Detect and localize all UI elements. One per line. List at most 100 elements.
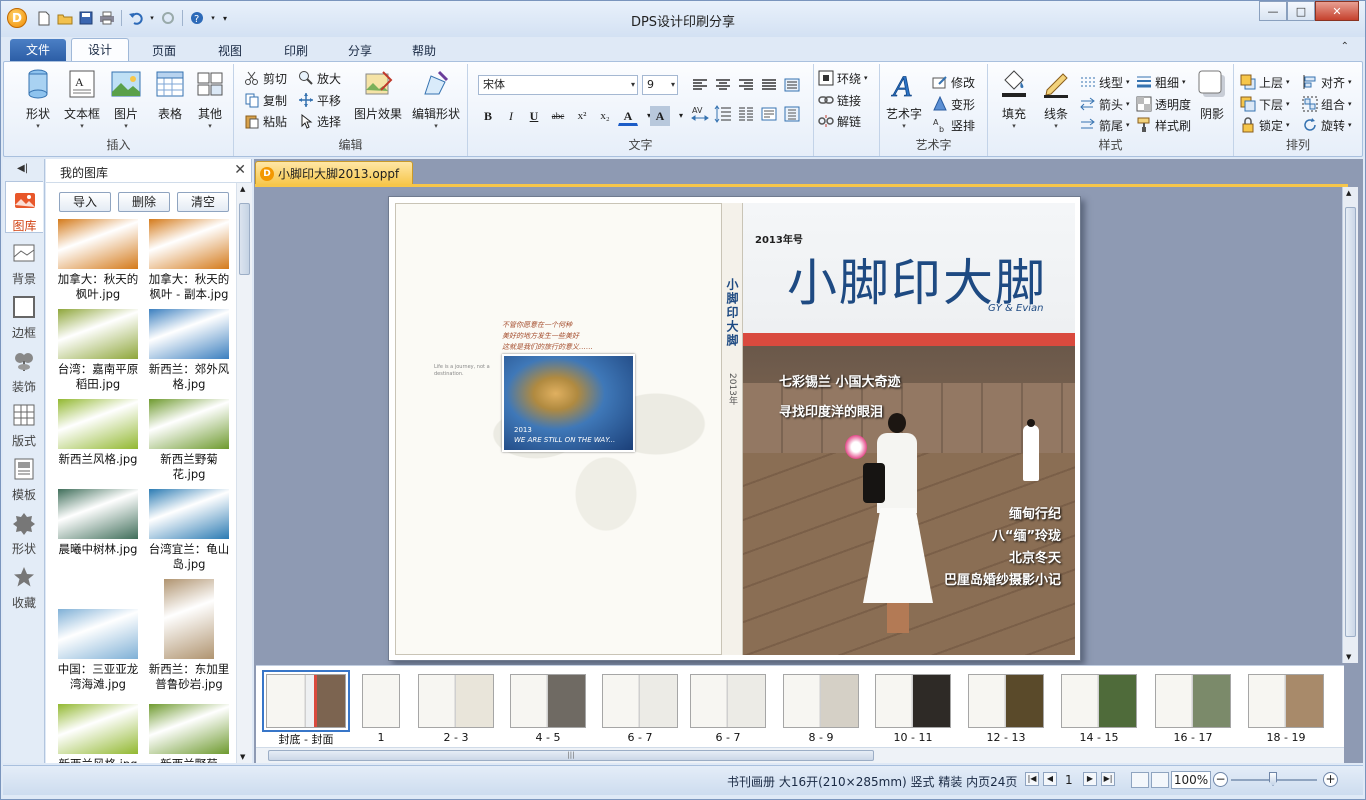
gallery-thumbnail[interactable]: 新西兰野菊花.jpg xyxy=(145,399,233,487)
cover-article[interactable]: 缅甸行纪 xyxy=(1009,503,1061,522)
art-vertical-button[interactable]: Ab 竖排 xyxy=(932,115,975,135)
page-thumbnail[interactable]: 16 - 17 xyxy=(1153,674,1233,744)
cover-article[interactable]: 北京冬天 xyxy=(1009,547,1061,566)
font-size-select[interactable]: 9 ▾ xyxy=(642,75,678,95)
document-tab[interactable]: D 小脚印大脚2013.oppf xyxy=(255,161,413,185)
group-button[interactable]: 组合 ▾ xyxy=(1302,94,1352,114)
align-left-button[interactable] xyxy=(690,75,710,95)
other-button[interactable]: 其他 ▾ xyxy=(188,68,232,132)
tab-design[interactable]: 设计 xyxy=(71,38,129,62)
close-icon[interactable]: ✕ xyxy=(234,162,246,178)
art-modify-button[interactable]: 修改 xyxy=(932,72,975,92)
current-page[interactable]: 1 xyxy=(1065,773,1073,787)
wrap-button[interactable]: 环绕 ▾ xyxy=(818,68,868,88)
import-button[interactable]: 导入 xyxy=(59,192,111,212)
cover-headline[interactable]: 寻找印度洋的眼泪 xyxy=(779,401,883,420)
zoom-in-button[interactable]: + xyxy=(1323,772,1338,787)
cover-article[interactable]: 八“缅”玲珑 xyxy=(992,525,1061,544)
align-right-button[interactable] xyxy=(736,75,756,95)
line-type-button[interactable]: 线型 ▾ xyxy=(1080,72,1130,92)
font-color-button[interactable]: A xyxy=(618,106,638,126)
panel-collapse-icon[interactable]: ◀| xyxy=(17,163,28,174)
scrollbar-thumb[interactable] xyxy=(1345,207,1356,637)
minimize-button[interactable]: — xyxy=(1259,1,1287,21)
underline-button[interactable]: U xyxy=(524,106,544,126)
tab-print[interactable]: 印刷 xyxy=(271,41,321,61)
next-page-button[interactable]: ▶ xyxy=(1083,772,1097,786)
globe-photo[interactable]: 2013 WE ARE STILL ON THE WAY... xyxy=(502,354,635,452)
art-text-button[interactable]: A 艺术字 ▾ xyxy=(882,68,926,132)
zoom-in-button[interactable]: 放大 xyxy=(298,68,341,88)
columns-button[interactable] xyxy=(736,104,756,124)
justify-button[interactable] xyxy=(759,75,779,95)
fill-button[interactable]: 填充 ▾ xyxy=(992,68,1036,132)
ribbon-collapse-icon[interactable]: ⌃ xyxy=(1341,41,1349,52)
cover-article[interactable]: 巴厘岛婚纱摄影小记 xyxy=(944,569,1061,588)
scroll-up-icon[interactable]: ▲ xyxy=(240,185,245,193)
format-brush-button[interactable]: 样式刷 xyxy=(1136,115,1191,135)
left-tab-background[interactable]: 背景 xyxy=(5,235,43,287)
left-tab-shape[interactable]: 形状 xyxy=(5,505,43,557)
transparency-button[interactable]: 透明度 xyxy=(1136,94,1191,114)
gallery-thumbnail[interactable]: 新西兰风格.jpg xyxy=(54,704,142,763)
align-button[interactable]: 对齐 ▾ xyxy=(1302,72,1352,92)
left-tab-decoration[interactable]: 装饰 xyxy=(5,343,43,395)
superscript-button[interactable]: x² xyxy=(572,106,592,126)
cover-headline[interactable]: 七彩锡兰 小国大奇迹 xyxy=(779,371,901,390)
gallery-thumbnail[interactable]: 新西兰：郊外风格.jpg xyxy=(145,309,233,397)
document-scrollbar[interactable]: ▲ ▼ xyxy=(1342,187,1358,663)
page-thumbnail[interactable]: 8 - 9 xyxy=(781,674,861,744)
subscript-button[interactable]: x₂ xyxy=(595,106,615,126)
back-cover-page[interactable]: 不管你愿意在一个何种 美好的地方发生一些美好 这就是我们的旅行的意义…… Lif… xyxy=(395,203,723,655)
page-thumbnail[interactable]: 10 - 11 xyxy=(873,674,953,744)
page-thumbnail[interactable]: 14 - 15 xyxy=(1059,674,1139,744)
unlink-button[interactable]: 解链 xyxy=(818,111,861,131)
italic-button[interactable]: I xyxy=(501,106,521,126)
text-direction-button[interactable] xyxy=(782,104,802,124)
maximize-button[interactable]: □ xyxy=(1287,1,1315,21)
highlight-button[interactable]: A xyxy=(650,106,670,126)
fit-width-icon[interactable] xyxy=(1131,772,1149,788)
line-spacing-button[interactable] xyxy=(713,104,733,124)
gallery-thumbnail[interactable]: 新西兰野菊花.jpg xyxy=(145,704,233,763)
tab-view[interactable]: 视图 xyxy=(205,41,255,61)
page-thumbnail[interactable]: 6 - 7 xyxy=(600,674,680,744)
close-button[interactable]: ✕ xyxy=(1315,1,1359,21)
gallery-thumbnail[interactable]: 加拿大：秋天的枫叶.jpg xyxy=(54,219,142,307)
arrow-head-button[interactable]: 箭头 ▾ xyxy=(1080,94,1130,114)
gallery-thumbnail[interactable]: 台湾宜兰：龟山岛.jpg xyxy=(145,489,233,577)
send-down-button[interactable]: 下层 ▾ xyxy=(1240,94,1290,114)
tab-page[interactable]: 页面 xyxy=(139,41,189,61)
bold-button[interactable]: B xyxy=(478,106,498,126)
scrollbar-thumb[interactable] xyxy=(239,203,250,275)
gallery-thumbnail[interactable]: 中国：三亚亚龙湾海滩.jpg xyxy=(54,609,142,697)
tab-share[interactable]: 分享 xyxy=(335,41,385,61)
zoom-slider-handle[interactable] xyxy=(1269,772,1277,786)
pan-button[interactable]: 平移 xyxy=(298,90,341,110)
clear-button[interactable]: 清空 xyxy=(177,192,229,212)
page-thumbnail[interactable]: 2 - 3 xyxy=(416,674,496,744)
line-button[interactable]: 线条 ▾ xyxy=(1034,68,1078,132)
tab-help[interactable]: 帮助 xyxy=(399,41,449,61)
bring-up-button[interactable]: 上层 ▾ xyxy=(1240,72,1290,92)
lock-button[interactable]: 锁定 ▾ xyxy=(1240,115,1290,135)
thumbnail-scrollbar[interactable]: ||| xyxy=(256,747,1344,763)
align-center-button[interactable] xyxy=(713,75,733,95)
gallery-thumbnail[interactable]: 台湾：嘉南平原稻田.jpg xyxy=(54,309,142,397)
shadow-button[interactable]: 阴影 xyxy=(1190,68,1234,132)
page-thumbnail[interactable]: 12 - 13 xyxy=(966,674,1046,744)
scroll-up-icon[interactable]: ▲ xyxy=(1346,189,1351,197)
distribute-button[interactable] xyxy=(782,75,802,95)
rotate-button[interactable]: 旋转 ▾ xyxy=(1302,115,1352,135)
left-tab-template[interactable]: 模板 xyxy=(5,451,43,503)
tab-file[interactable]: 文件 xyxy=(10,39,66,61)
delete-button[interactable]: 删除 xyxy=(118,192,170,212)
copy-button[interactable]: 复制 xyxy=(244,90,287,110)
gallery-scrollbar[interactable]: ▲ ▼ xyxy=(236,183,252,763)
zoom-level[interactable]: 100% xyxy=(1171,771,1211,789)
art-transform-button[interactable]: 变形 xyxy=(932,94,975,114)
scrollbar-thumb[interactable]: ||| xyxy=(268,750,874,761)
gallery-thumbnail[interactable]: 加拿大：秋天的枫叶 - 副本.jpg xyxy=(145,219,233,307)
text-frame-button[interactable] xyxy=(759,104,779,124)
left-tab-favorites[interactable]: 收藏 xyxy=(5,559,43,611)
